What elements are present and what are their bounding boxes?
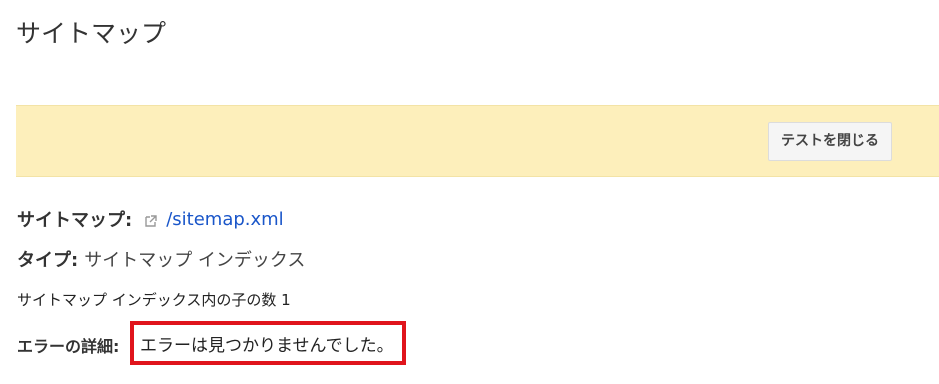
type-row: タイプ: サイトマップ インデックス (17, 244, 305, 274)
page-title: サイトマップ (16, 19, 167, 48)
close-test-button[interactable]: テストを閉じる (768, 122, 892, 161)
error-details-row: エラーの詳細: エラーは見つかりませんでした。 (17, 321, 406, 365)
child-count-text: サイトマップ インデックス内の子の数 1 (17, 290, 291, 309)
type-label: タイプ: (17, 250, 79, 271)
error-value: エラーは見つかりませんでした。 (140, 335, 394, 356)
child-count-row: サイトマップ インデックス内の子の数 1 (17, 286, 291, 312)
error-label: エラーの詳細: (17, 337, 120, 356)
sitemap-link[interactable]: /sitemap.xml (166, 209, 283, 230)
test-banner: テストを閉じる (16, 105, 939, 177)
external-link-icon[interactable] (144, 212, 158, 227)
sitemap-row: サイトマップ: /sitemap.xml (17, 204, 284, 234)
sitemap-page: サイトマップ テストを閉じる サイトマップ: /sitemap.xml タイプ:… (0, 0, 939, 384)
error-value-highlight: エラーは見つかりませんでした。 (130, 321, 406, 365)
type-value: サイトマップ インデックス (84, 250, 306, 271)
sitemap-label: サイトマップ: (17, 210, 133, 231)
